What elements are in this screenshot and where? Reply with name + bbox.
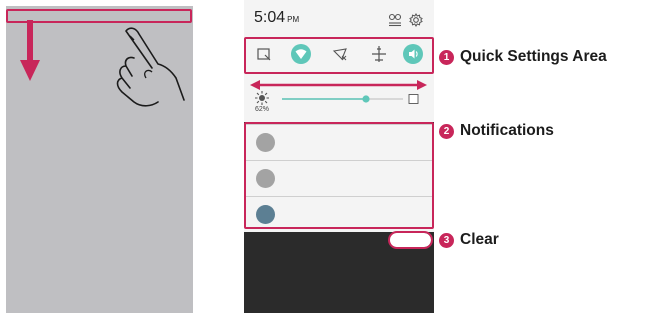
brightness-slider[interactable] — [282, 92, 432, 106]
gesture-phone-screen — [6, 6, 193, 313]
clear-highlight — [388, 231, 433, 249]
status-clock: 5:04 PM — [254, 9, 299, 27]
clock-ampm: PM — [287, 15, 300, 24]
nearby-devices-icon[interactable] — [388, 13, 402, 27]
brightness-slider-thumb — [362, 95, 370, 103]
callout-number: 1 — [439, 49, 454, 65]
callout-notifications: 2 Notifications — [439, 122, 554, 140]
callout-quick-settings: 1 Quick Settings Area — [439, 48, 607, 66]
shade-header: 5:04 PM — [244, 0, 434, 36]
callout-label: Clear — [460, 231, 499, 248]
hand-pointer-icon — [116, 27, 185, 107]
callout-label: Notifications — [460, 122, 554, 139]
settings-gear-icon[interactable] — [409, 13, 423, 27]
clock-time: 5:04 — [254, 9, 286, 26]
callout-number: 2 — [439, 123, 454, 139]
quick-settings-highlight — [244, 37, 434, 74]
auto-brightness-checkbox — [408, 94, 419, 104]
callout-clear: 3 Clear — [439, 231, 499, 249]
brightness-sun-icon — [255, 91, 269, 105]
brightness-section: 62% — [244, 74, 434, 122]
callout-label: Quick Settings Area — [460, 48, 607, 65]
callout-number: 3 — [439, 232, 454, 248]
notifications-highlight — [244, 122, 434, 229]
brightness-percent: 62% — [255, 106, 270, 113]
